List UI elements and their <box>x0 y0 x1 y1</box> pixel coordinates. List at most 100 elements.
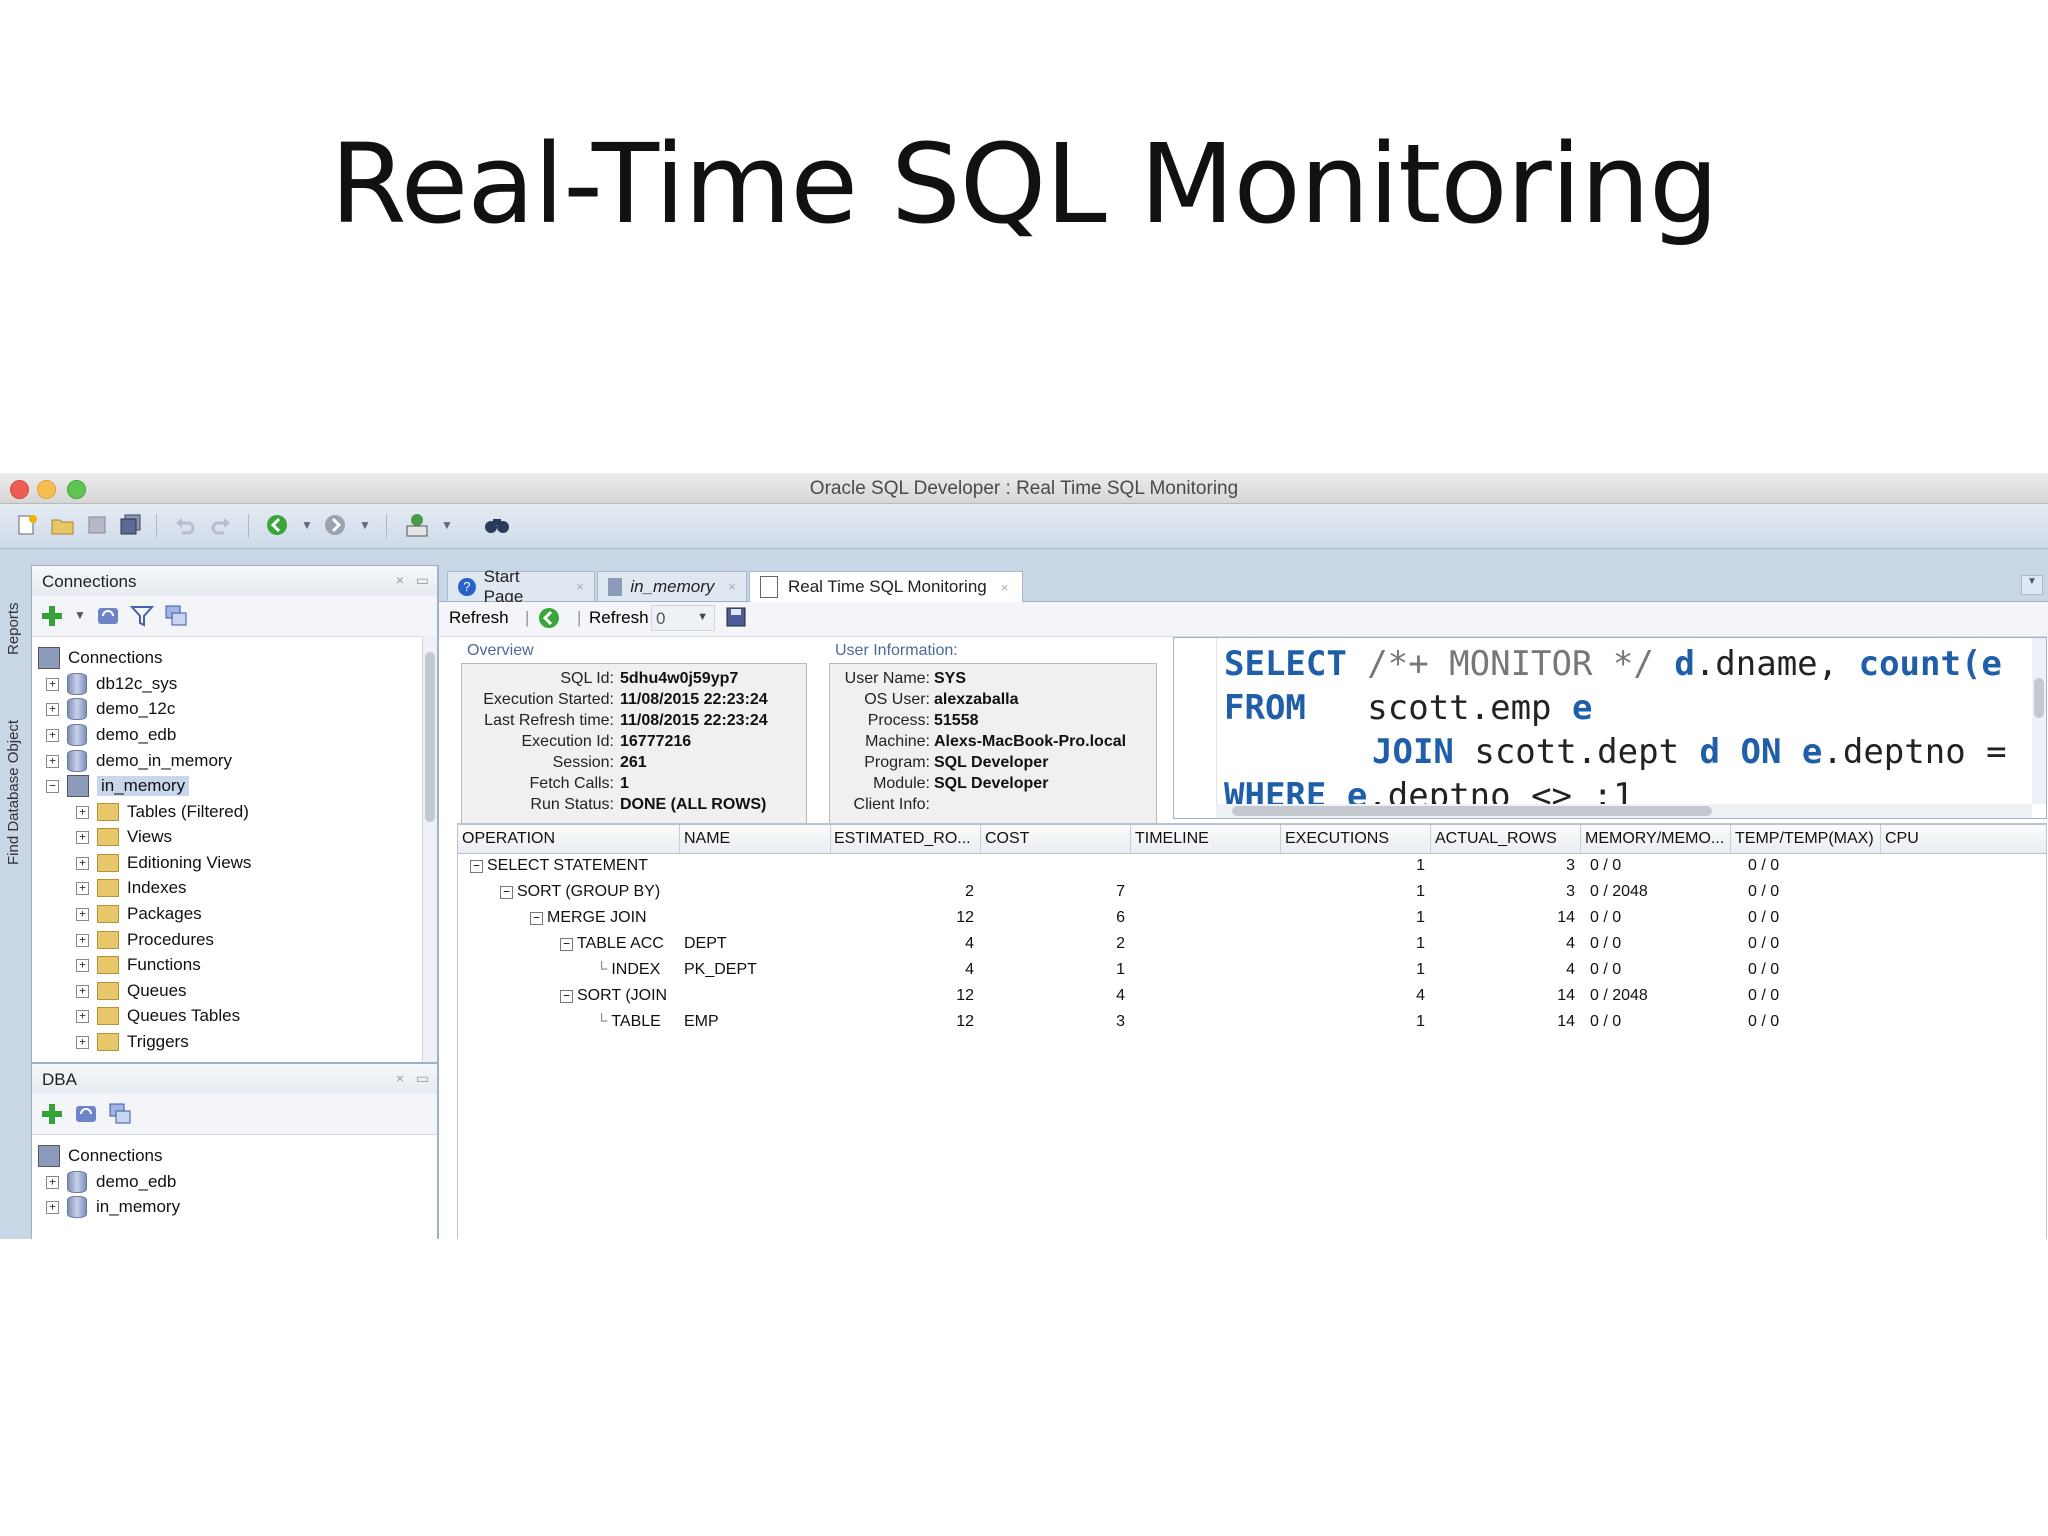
dba-schema-icon[interactable] <box>108 1102 132 1131</box>
forward-icon[interactable] <box>322 512 348 538</box>
node-queues[interactable]: + Queues <box>76 979 187 1003</box>
connection-in-memory[interactable]: − in_memory <box>46 774 190 798</box>
scrollbar-thumb[interactable] <box>2034 678 2044 718</box>
node-queues-tables[interactable]: + Queues Tables <box>76 1004 240 1028</box>
expand-icon[interactable]: + <box>76 881 89 895</box>
connection-db12c-sys[interactable]: + db12c_sys <box>46 672 177 696</box>
expand-icon[interactable]: + <box>46 702 59 716</box>
column-header-cost[interactable]: COST <box>985 830 1125 848</box>
dba-tree-root[interactable]: Connections <box>38 1144 163 1168</box>
save-icon[interactable] <box>84 512 110 538</box>
expand-icon[interactable]: + <box>46 1175 59 1189</box>
node-triggers[interactable]: + Triggers <box>76 1030 189 1054</box>
tab-start-page[interactable]: ? Start Page × <box>447 567 595 606</box>
column-header-temp[interactable]: TEMP/TEMP(MAX) <box>1735 830 1880 848</box>
panel-close-minimize[interactable]: × ▭ <box>396 1070 429 1087</box>
expand-icon[interactable]: + <box>76 856 89 870</box>
tree-root-connections[interactable]: Connections <box>38 646 163 670</box>
sql-vertical-scrollbar[interactable] <box>2032 638 2046 804</box>
tab-list-dropdown-icon[interactable]: ▼ <box>2021 575 2043 595</box>
sql-horizontal-scrollbar[interactable] <box>1216 804 2032 818</box>
column-header-name[interactable]: NAME <box>684 830 824 848</box>
column-header-memory[interactable]: MEMORY/MEMO... <box>1585 830 1730 848</box>
column-header-timeline[interactable]: TIMELINE <box>1135 830 1275 848</box>
node-procedures[interactable]: + Procedures <box>76 928 214 952</box>
expand-icon[interactable]: + <box>76 984 89 998</box>
expand-icon[interactable]: + <box>76 1009 89 1023</box>
panel-close-minimize[interactable]: × ▭ <box>396 572 429 589</box>
binoculars-icon[interactable] <box>484 512 510 538</box>
back-icon[interactable] <box>264 512 290 538</box>
dba-connection-demo-edb[interactable]: + demo_edb <box>46 1170 176 1194</box>
expand-icon[interactable]: + <box>76 958 89 972</box>
column-header-cpu[interactable]: CPU <box>1885 830 1985 848</box>
collapse-icon[interactable]: − <box>560 938 573 951</box>
sql-text-pane[interactable]: SELECT /*+ MONITOR */ d.dname, count(e F… <box>1173 637 2047 819</box>
expand-icon[interactable]: + <box>76 830 89 844</box>
table-row[interactable]: − MERGE JOIN 12 6 1 14 0 / 0 0 / 0 <box>458 906 2046 931</box>
expand-icon[interactable]: + <box>46 754 59 768</box>
column-header-actual-rows[interactable]: ACTUAL_ROWS <box>1435 830 1575 848</box>
save-report-icon[interactable] <box>725 606 747 633</box>
refresh-interval-select[interactable]: 0 ▼ <box>651 605 715 631</box>
table-row[interactable]: └ TABLE EMP 12 3 1 14 0 / 0 0 / 0 <box>458 1010 2046 1035</box>
forward-dropdown-icon[interactable]: ▼ <box>352 512 378 538</box>
sql-worksheet-dropdown-icon[interactable]: ▼ <box>434 512 460 538</box>
collapse-icon[interactable]: − <box>500 886 513 899</box>
find-db-object-side-tab[interactable]: Find Database Object <box>5 720 22 865</box>
add-connection-dropdown-icon[interactable]: ▼ <box>74 608 86 622</box>
connection-demo-edb[interactable]: + demo_edb <box>46 723 176 747</box>
expand-icon[interactable]: + <box>76 1035 89 1049</box>
node-tables[interactable]: + Tables (Filtered) <box>76 800 249 824</box>
table-row[interactable]: └ INDEX PK_DEPT 4 1 1 4 0 / 0 0 / 0 <box>458 958 2046 983</box>
run-refresh-icon[interactable] <box>537 606 561 635</box>
expand-icon[interactable]: + <box>46 1200 59 1214</box>
table-row[interactable]: − TABLE ACC DEPT 4 2 1 4 0 / 0 0 / 0 <box>458 932 2046 957</box>
undo-icon[interactable] <box>172 512 198 538</box>
collapse-icon[interactable]: − <box>560 990 573 1003</box>
scrollbar-thumb[interactable] <box>1232 806 1712 816</box>
new-file-icon[interactable] <box>14 512 40 538</box>
open-folder-icon[interactable] <box>50 512 76 538</box>
node-functions[interactable]: + Functions <box>76 953 201 977</box>
table-row[interactable]: − SORT (JOIN 12 4 4 14 0 / 2048 0 / 0 <box>458 984 2046 1009</box>
expand-icon[interactable]: + <box>76 805 89 819</box>
expand-icon[interactable]: + <box>46 728 59 742</box>
tab-real-time-sql-monitoring[interactable]: Real Time SQL Monitoring × <box>749 571 1023 602</box>
redo-icon[interactable] <box>208 512 234 538</box>
node-views[interactable]: + Views <box>76 825 172 849</box>
connection-demo-in-memory[interactable]: + demo_in_memory <box>46 749 232 773</box>
schema-browser-icon[interactable] <box>164 604 188 633</box>
add-connection-icon[interactable] <box>40 604 64 633</box>
reports-side-tab[interactable]: Reports <box>5 602 22 655</box>
node-editioning-views[interactable]: + Editioning Views <box>76 851 251 875</box>
connections-scrollbar[interactable] <box>422 636 437 1062</box>
refresh-connections-icon[interactable] <box>96 604 120 633</box>
scrollbar-thumb[interactable] <box>425 652 435 822</box>
expand-icon[interactable]: + <box>46 677 59 691</box>
add-dba-connection-icon[interactable] <box>40 1102 64 1131</box>
tab-close-icon[interactable]: × <box>576 579 584 594</box>
back-dropdown-icon[interactable]: ▼ <box>294 512 320 538</box>
collapse-icon[interactable]: − <box>530 912 543 925</box>
expand-icon[interactable]: + <box>76 933 89 947</box>
node-indexes[interactable]: + Indexes <box>76 876 187 900</box>
column-header-estimated-rows[interactable]: ESTIMATED_RO... <box>834 830 978 848</box>
save-all-icon[interactable] <box>118 512 144 538</box>
table-row[interactable]: − SORT (GROUP BY) 2 7 1 3 0 / 2048 0 / 0 <box>458 880 2046 905</box>
node-packages[interactable]: + Packages <box>76 902 202 926</box>
refresh-dba-icon[interactable] <box>74 1102 98 1131</box>
table-row[interactable]: − SELECT STATEMENT 1 3 0 / 0 0 / 0 <box>458 854 2046 879</box>
tab-in-memory[interactable]: in_memory × <box>597 571 747 601</box>
connection-demo-12c[interactable]: + demo_12c <box>46 697 175 721</box>
collapse-icon[interactable]: − <box>46 779 59 793</box>
dba-connection-in-memory[interactable]: + in_memory <box>46 1195 180 1219</box>
column-header-operation[interactable]: OPERATION <box>462 830 672 848</box>
column-header-executions[interactable]: EXECUTIONS <box>1285 830 1425 848</box>
expand-icon[interactable]: + <box>76 907 89 921</box>
sql-worksheet-icon[interactable] <box>404 512 430 538</box>
tab-close-icon[interactable]: × <box>1001 580 1009 595</box>
tab-close-icon[interactable]: × <box>728 579 736 594</box>
collapse-icon[interactable]: − <box>470 860 483 873</box>
filter-icon[interactable] <box>129 604 155 633</box>
